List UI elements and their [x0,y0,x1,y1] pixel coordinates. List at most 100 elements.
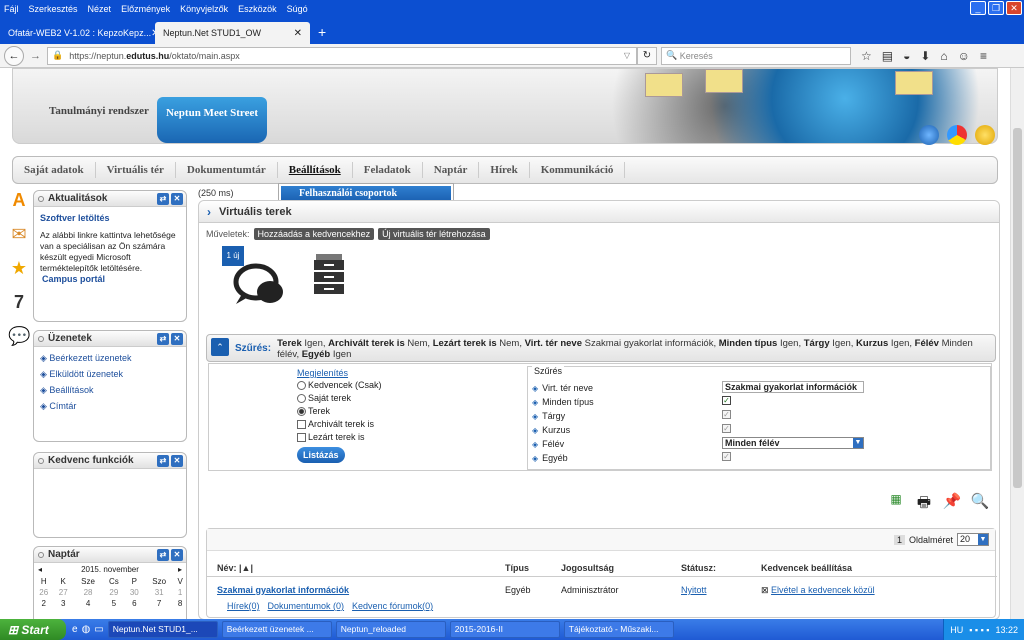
radio-terek[interactable]: Terek [297,405,517,417]
calendar-icon[interactable]: 7 [8,290,30,314]
checkbox-archivalt[interactable]: Archivált terek is [297,418,517,430]
next-month-icon[interactable]: ▸ [178,565,182,574]
nav-hirek[interactable]: Hírek [479,162,530,178]
desktop-icon[interactable]: ▭ [94,624,103,635]
page-number[interactable]: 1 [893,534,905,545]
column-type[interactable]: Típus [505,563,529,573]
chevron-right-icon[interactable]: › [207,205,211,219]
chevron-down-icon[interactable]: ▼ [978,534,988,545]
calendar-day[interactable]: 30 [125,587,144,598]
refresh-icon[interactable]: ⇄ [157,332,169,345]
menu-bookmarks[interactable]: Könyvjelzők [180,4,228,14]
address-bar[interactable]: 🔒 https://neptun. edutus.hu/oktato/main.a… [47,46,637,65]
pin-icon[interactable]: 📌 [942,492,962,514]
sent-link[interactable]: Elküldött üzenetek [40,369,180,380]
star-icon[interactable]: ★ [8,256,30,280]
remove-favorite-link[interactable]: Elvétel a kedvencek közül [771,585,875,595]
inbox-link[interactable]: Beérkezett üzenetek [40,353,180,364]
back-icon[interactable]: ← [4,45,24,66]
row-status-link[interactable]: Nyitott [681,585,707,595]
chevron-down-icon[interactable]: ▼ [853,438,863,448]
virtual-space-name-input[interactable]: Szakmai gyakorlat információk [722,381,864,393]
taskbar-item[interactable]: Beérkezett üzenetek ... [221,621,332,638]
radiation-icon[interactable] [975,125,995,145]
reload-icon[interactable]: ↻ [637,46,657,65]
documents-sublink[interactable]: Dokumentumok (0) [268,601,345,611]
tab-close-icon[interactable]: ✕ [294,28,302,39]
print-icon[interactable]: 🖶 [914,492,934,514]
refresh-icon[interactable]: ⇄ [157,192,169,205]
taskbar-item[interactable]: Neptun.Net STUD1_... [107,621,218,638]
forward-icon[interactable]: → [30,50,41,62]
list-button[interactable]: Listázás [297,447,345,463]
taskbar-item[interactable]: Neptun_reloaded [335,621,446,638]
calendar-day[interactable]: 8 [174,598,186,609]
row-favorite[interactable]: ⊠ Elvétel a kedvencek közül [761,585,875,596]
menu-file[interactable]: Fájl [4,4,19,14]
forums-sublink[interactable]: Kedvenc fórumok(0) [352,601,433,611]
new-tab-icon[interactable]: + [310,22,334,44]
tray-icons[interactable]: ▪ ▪ ▪ ▪ [969,625,989,635]
minimize-icon[interactable]: _ [970,1,986,15]
directory-link[interactable]: Címtár [40,401,180,412]
column-status[interactable]: Státusz: [681,563,716,573]
nav-beallitasok[interactable]: Beállítások [278,162,353,178]
magnifier-icon[interactable]: 🔍 [970,492,990,514]
pocket-icon[interactable]: ◒ [903,49,910,63]
refresh-icon[interactable]: ⇄ [157,548,169,561]
browser-tab-ofatar[interactable]: Ofatár-WEB2 V-1.02 : KepzoKepz... ✕ [0,22,155,44]
browser-tab-neptun[interactable]: Neptun.Net STUD1_OW ✕ [155,22,310,44]
add-to-favorites-button[interactable]: Hozzáadás a kedvencekhez [253,228,375,240]
calendar-day[interactable]: 2 [34,598,53,609]
bookmark-star-icon[interactable]: ☆ [861,49,872,63]
home-icon[interactable]: ⌂ [940,49,947,63]
calendar-day[interactable]: 7 [144,598,174,609]
column-permission[interactable]: Jogosultság [561,563,614,573]
start-button[interactable]: ⊞ Start [0,619,66,640]
hamburger-menu-icon[interactable]: ≡ [980,49,987,63]
message-settings-link[interactable]: Beállítások [40,385,180,396]
dropdown-icon[interactable]: ▽ [624,51,630,60]
prev-month-icon[interactable]: ◂ [38,565,42,574]
download-icon[interactable]: ⬇ [920,49,930,63]
radio-kedvencek[interactable]: Kedvencek (Csak) [297,379,517,391]
nav-kommunikacio[interactable]: Kommunikáció [530,162,626,178]
close-icon[interactable]: ✕ [1006,1,1022,15]
speech-bubble-icon[interactable]: 💬 [8,324,30,348]
calendar-day[interactable]: 27 [53,587,72,598]
close-icon[interactable]: ✕ [171,332,183,345]
calendar-day[interactable]: 28 [73,587,103,598]
column-name[interactable]: Név: |▲| [217,563,253,573]
menu-tools[interactable]: Eszközök [238,4,277,14]
taskbar-item[interactable]: Tájékoztató - Műszaki... [563,621,674,638]
nav-feladatok[interactable]: Feladatok [353,162,423,178]
create-virtual-space-button[interactable]: Új virtuális tér létrehozása [378,228,490,240]
ie-icon[interactable]: e [72,624,78,635]
chat-icon[interactable]: ☺ [958,49,970,63]
filter-summary-bar[interactable]: ⌃ Szűrés: Terek Igen, Archivált terek is… [206,334,996,362]
color-wheel-icon[interactable] [947,125,967,145]
menu-history[interactable]: Előzmények [121,4,170,14]
reader-icon[interactable]: ▤ [882,49,893,63]
calendar-day[interactable]: 31 [144,587,174,598]
close-icon[interactable]: ✕ [171,192,183,205]
firefox-icon[interactable]: ◍ [82,624,91,635]
radio-sajat-terek[interactable]: Saját terek [297,392,517,404]
nav-virtualis-ter[interactable]: Virtuális tér [96,162,176,178]
calendar-day[interactable]: 3 [53,598,72,609]
menu-view[interactable]: Nézet [88,4,112,14]
calendar-day[interactable]: 6 [125,598,144,609]
nav-naptar[interactable]: Naptár [423,162,480,178]
neptun-meet-street-tab[interactable]: Neptun Meet Street [157,97,267,143]
calendar-day[interactable]: 5 [103,598,124,609]
news-sublink[interactable]: Hírek(0) [227,601,260,611]
row-name-link[interactable]: Szakmai gyakorlat információk [217,585,349,595]
checkbox-lezart[interactable]: Lezárt terek is [297,431,517,443]
refresh-icon[interactable]: ⇄ [157,454,169,467]
sort-icon[interactable]: |▲| [239,563,253,573]
calendar-day[interactable]: 29 [103,587,124,598]
nav-dokumentumtar[interactable]: Dokumentumtár [176,162,278,178]
menu-edit[interactable]: Szerkesztés [29,4,78,14]
globe-icon[interactable] [919,125,939,145]
campus-portal-link[interactable]: Campus portál [42,274,180,285]
